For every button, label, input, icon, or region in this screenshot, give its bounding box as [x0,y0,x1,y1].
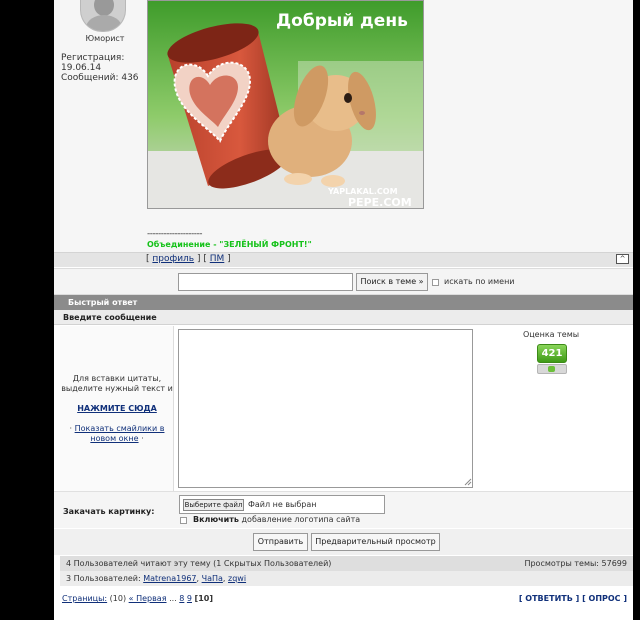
image-caption: Добрый день [276,11,408,31]
page-link-8[interactable]: 8 [179,594,184,603]
add-logo-label-rest: добавление логотипа сайта [241,515,361,524]
user-link[interactable]: zqwi [228,574,246,583]
quote-hint: Для вставки цитаты, выделите нужный текс… [61,374,173,393]
insert-quote-link[interactable]: НАЖМИТЕ СЮДА [60,404,174,413]
post-links-bar [54,252,633,267]
preview-button[interactable]: Предварительный просмотр [311,533,440,551]
scroll-top-button[interactable]: ^ [616,254,629,264]
search-in-topic-button[interactable]: Поиск в теме » [356,273,428,291]
topic-search-input[interactable] [178,273,353,291]
first-page-link[interactable]: « Первая [129,594,167,603]
show-smiles-link[interactable]: Показать смайлики в новом окне [75,424,165,443]
bracket: [ [146,254,150,264]
image-watermark-2: PEPE.COM [348,196,412,209]
search-by-name-label: искать по имени [444,277,515,286]
bullet: · [69,424,73,433]
post-image[interactable]: Добрый день YAPLAKAL.COM PEPE.COM [147,0,424,209]
forum-page: Юморист Регистрация: 19.06.14 Сообщений:… [54,0,633,620]
readers-count: 4 Пользователей читают эту тему (1 Скрыт… [66,559,332,568]
registration-date: 19.06.14 [61,63,102,73]
user-link[interactable]: Matrena1967 [143,574,196,583]
resize-grip-icon[interactable] [463,477,472,486]
upload-image-label: Закачать картинку: [63,507,155,516]
topic-views: Просмотры темы: 57699 [524,559,627,568]
add-logo-checkbox[interactable] [180,517,187,524]
users-list: 3 Пользователей: Matrena1967, ЧаПа, zqwi [66,574,247,583]
pm-link[interactable]: ПМ [210,254,225,264]
user-link[interactable]: ЧаПа [202,574,223,583]
pages-count: (10) [109,594,127,603]
avatar[interactable] [80,0,126,32]
reply-topic-button[interactable]: [ ОТВЕТИТЬ ] [519,594,579,603]
page-link-9[interactable]: 9 [187,594,192,603]
quick-reply-header [54,295,633,310]
add-logo-label-bold: Включить [193,515,239,524]
pages-label-link[interactable]: Страницы: [62,594,107,603]
submit-button[interactable]: Отправить [253,533,308,551]
rating-vote-knob[interactable] [548,366,555,372]
bullet: · [141,434,144,443]
image-watermark-1: YAPLAKAL.COM [327,187,398,196]
topic-actions: [ ОТВЕТИТЬ ] [ ОПРОС ] [519,594,627,603]
bracket: ] [ [196,254,207,264]
enter-message-label: Введите сообщение [63,313,157,322]
signature-text: Объединение - "ЗЕЛЁНЫЙ ФРОНТ!" [147,240,312,249]
smiles-link-wrapper: · Показать смайлики в новом окне · [60,424,174,444]
quick-reply-title: Быстрый ответ [68,298,138,307]
right-page-border [633,0,640,620]
current-page: [10] [194,594,213,603]
signature-separator: -------------------- [147,229,202,239]
author-rank: Юморист [85,34,125,43]
file-status: Файл не выбран [248,500,317,509]
post-links: [ профиль ] [ ПМ ] [146,254,231,264]
choose-file-button[interactable]: Выберите файл [183,499,244,511]
bracket: ] [227,254,231,264]
message-count: Сообщений: 436 [61,73,139,83]
poll-button[interactable]: [ ОПРОС ] [582,594,627,603]
profile-link[interactable]: профиль [152,254,194,264]
users-prefix: 3 Пользователей: [66,574,141,583]
add-logo-label: Включить добавление логотипа сайта [193,515,360,524]
pagination: Страницы: (10) « Первая ... 8 9 [10] [62,594,213,603]
reply-textarea[interactable] [178,329,473,488]
topic-rating-value: 421 [537,344,567,363]
pages-ellipsis: ... [169,594,177,603]
registration-label: Регистрация: [61,53,125,63]
search-by-name-checkbox[interactable] [432,279,439,286]
left-page-border [0,0,54,620]
topic-rating-label: Оценка темы [522,330,580,339]
